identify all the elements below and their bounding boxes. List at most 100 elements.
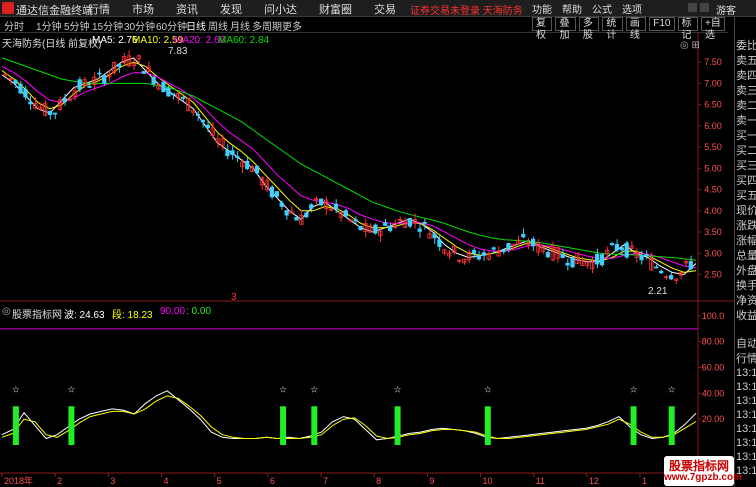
candle-body	[47, 110, 53, 115]
overlay-button[interactable]: 叠加	[555, 17, 576, 41]
guest-label[interactable]: 游客	[716, 2, 736, 17]
sidebar-ask-1[interactable]: 卖一	[736, 112, 756, 128]
sidebar-ask-3[interactable]: 卖三	[736, 82, 756, 98]
menu-quotes[interactable]: 行情	[88, 1, 110, 17]
candle-body	[87, 86, 92, 88]
candle-body	[501, 249, 506, 253]
adjust-button[interactable]: 复权	[532, 17, 553, 41]
sidebar-change-pct[interactable]: 涨幅	[736, 232, 756, 248]
sidebar-bid-5[interactable]: 买五	[736, 187, 756, 203]
period-1min[interactable]: 1分钟	[36, 18, 62, 33]
main-y-tick-label: 5.00	[704, 163, 722, 173]
login-notice[interactable]: 证券交易未登录 天海防务	[410, 2, 523, 17]
menu-discover[interactable]: 发现	[220, 1, 242, 17]
period-15min[interactable]: 15分钟	[92, 18, 123, 33]
x-tick-label: 4	[164, 476, 169, 486]
period-daily[interactable]: 日线	[186, 18, 206, 33]
maximize-icon[interactable]	[700, 3, 709, 12]
multi-stock-button[interactable]: 多股	[578, 17, 600, 41]
menu-formula[interactable]: 公式	[592, 1, 612, 16]
signal-star-icon: ☆	[279, 384, 287, 394]
period-marker: 3	[231, 292, 237, 303]
candle-body	[225, 149, 230, 157]
minimize-icon[interactable]	[688, 3, 697, 12]
candle-body	[422, 221, 427, 225]
menu-ask[interactable]: 问小达	[264, 1, 297, 17]
ind-line-wave	[1, 390, 697, 441]
sidebar-bid-2[interactable]: 买二	[736, 142, 756, 158]
menu-trade[interactable]: 交易	[374, 1, 396, 17]
f10-button[interactable]: F10	[649, 17, 675, 31]
sidebar-current-price[interactable]: 现价	[736, 202, 756, 218]
sidebar-bid-4[interactable]: 买四	[736, 172, 756, 188]
period-weekly[interactable]: 周线	[208, 18, 228, 33]
ma-line-ma60	[1, 57, 697, 261]
signal-bar	[484, 406, 491, 445]
period-monthly[interactable]: 月线	[230, 18, 250, 33]
sidebar-total-volume[interactable]: 总量	[736, 247, 756, 263]
sidebar-quotes[interactable]: 行情	[736, 350, 756, 366]
candle-body	[151, 76, 156, 85]
app-title: 通达信金融终端	[16, 5, 93, 17]
sidebar-turnover[interactable]: 换手	[736, 277, 756, 293]
period-5min[interactable]: 5分钟	[64, 18, 90, 33]
candle-body	[560, 253, 565, 258]
signal-star-icon: ☆	[484, 384, 492, 394]
period-tick[interactable]: 分时	[4, 18, 24, 33]
candle-body	[23, 88, 28, 98]
period-60min[interactable]: 60分钟	[156, 18, 187, 33]
sidebar-net-assets[interactable]: 净资	[736, 292, 756, 308]
stats-button[interactable]: 统计	[602, 17, 623, 41]
candle-body	[309, 204, 314, 209]
candle-body	[545, 252, 550, 258]
candle-body	[77, 79, 82, 90]
ind-y-tick-label: 60.00	[702, 363, 725, 373]
candle-body	[284, 210, 289, 216]
sidebar-bid-3[interactable]: 买三	[736, 157, 756, 173]
menu-function[interactable]: 功能	[532, 1, 552, 16]
candle-body	[141, 71, 146, 74]
candle-body	[530, 238, 536, 247]
menu-fortune[interactable]: 财富圈	[319, 1, 352, 17]
period-multi[interactable]: 多周期	[252, 18, 282, 33]
candle-body	[62, 98, 67, 103]
add-watchlist-button[interactable]: +自选	[700, 17, 726, 41]
sidebar-tick-5: 13:1	[736, 423, 756, 435]
x-tick-label: 9	[429, 476, 434, 486]
candle-body	[230, 150, 235, 155]
sidebar-ask-5[interactable]: 卖五	[736, 52, 756, 68]
main-y-tick-label: 2.50	[704, 270, 722, 280]
sidebar-bid-1[interactable]: 买一	[736, 127, 756, 143]
menu-news[interactable]: 资讯	[176, 1, 198, 17]
x-tick-label: 2	[57, 476, 62, 486]
mark-button[interactable]: 标记	[677, 17, 698, 41]
panel-settings-icon[interactable]: ◎ ⊞	[680, 40, 700, 51]
draw-line-button[interactable]: 画线	[625, 17, 647, 41]
stock-chart[interactable]: 7.50 7.00 6.50 6.00 5.50 5.00 4.50 4.00 3.50 3.00…	[0, 33, 734, 487]
sidebar-tick-7: 13:1	[736, 451, 756, 463]
candle-body	[294, 217, 299, 221]
sidebar-ask-2[interactable]: 卖二	[736, 97, 756, 113]
period-30min[interactable]: 30分钟	[124, 18, 155, 33]
menu-help[interactable]: 帮助	[562, 1, 582, 16]
ind-line-segment	[1, 395, 697, 440]
signal-star-icon: ☆	[12, 384, 20, 394]
indicator-settings-icon[interactable]: ◎	[2, 306, 11, 317]
sidebar-ask-4[interactable]: 卖四	[736, 67, 756, 83]
sidebar-committee-ratio[interactable]: 委比	[736, 37, 756, 53]
signal-bar	[68, 406, 75, 445]
sidebar-outer-volume[interactable]: 外盘	[736, 262, 756, 278]
menu-options[interactable]: 选项	[622, 1, 642, 16]
wave-label: 波: 24.63	[64, 310, 105, 321]
candle-body	[624, 242, 629, 258]
candle-body	[437, 239, 442, 247]
candle-body	[245, 160, 250, 170]
signal-bar	[280, 406, 287, 445]
sidebar-change[interactable]: 涨跌	[736, 217, 756, 233]
sidebar-auto[interactable]: 自动	[736, 335, 756, 351]
candle-body	[269, 186, 274, 198]
candle-body	[599, 254, 605, 266]
menu-market[interactable]: 市场	[132, 1, 154, 17]
period-more[interactable]: 更多	[282, 18, 302, 33]
sidebar-income[interactable]: 收益	[736, 307, 756, 323]
